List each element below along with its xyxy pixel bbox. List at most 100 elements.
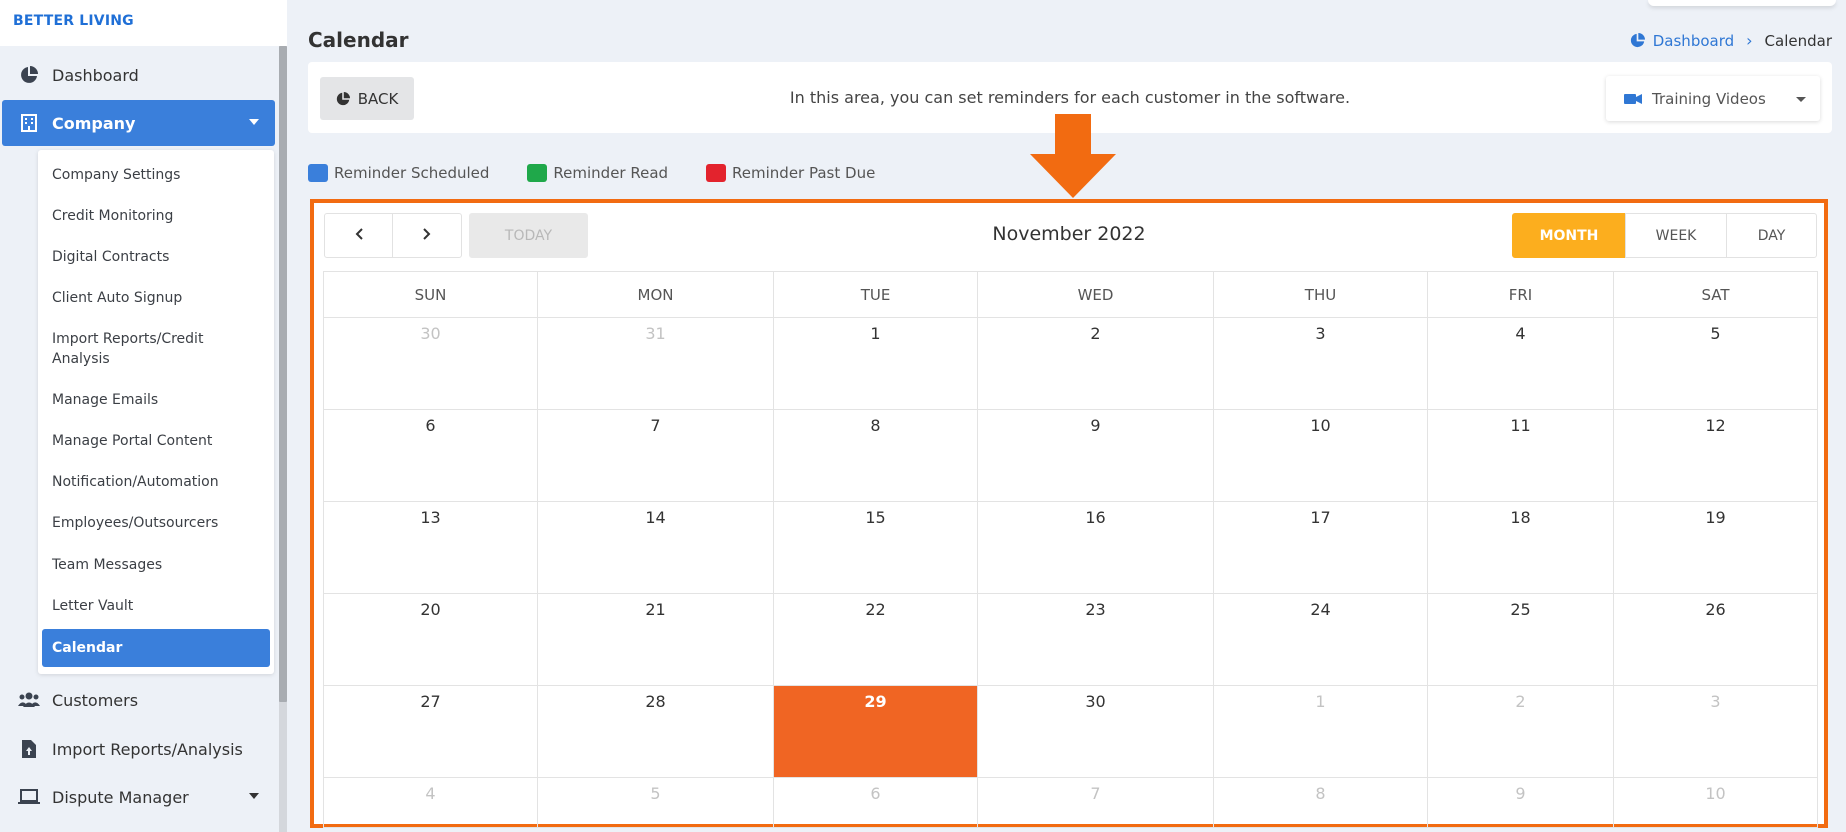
- sidebar: BETTER LIVING Dashboard Company Company …: [0, 0, 287, 832]
- day-cell[interactable]: 3: [1213, 317, 1428, 410]
- users-icon: [18, 689, 40, 711]
- day-cell[interactable]: 18: [1427, 501, 1614, 594]
- weekday-header: TUE: [773, 271, 978, 318]
- day-cell[interactable]: 30: [977, 685, 1214, 778]
- day-cell-other-month[interactable]: 6: [773, 777, 978, 828]
- legend-item-past-due: Reminder Past Due: [706, 164, 875, 182]
- submenu-item-company-settings[interactable]: Company Settings: [42, 165, 270, 185]
- legend-swatch-blue: [308, 164, 328, 182]
- day-cell[interactable]: 8: [773, 409, 978, 502]
- calendar-grid: SUN MON TUE WED THU FRI SAT 30 31 1 2 3 …: [323, 271, 1818, 828]
- day-cell-other-month[interactable]: 2: [1427, 685, 1614, 778]
- day-cell[interactable]: 1: [773, 317, 978, 410]
- week-row: 4 5 6 7 8 9 10: [323, 777, 1818, 828]
- day-cell-other-month[interactable]: 4: [323, 777, 538, 828]
- sidebar-item-import-reports[interactable]: Import Reports/Analysis: [2, 726, 275, 772]
- view-day-button[interactable]: DAY: [1726, 213, 1817, 258]
- day-cell-other-month[interactable]: 7: [977, 777, 1214, 828]
- day-cell-today[interactable]: 29: [773, 685, 978, 778]
- chevron-down-icon: [249, 119, 259, 125]
- back-button[interactable]: BACK: [320, 77, 414, 120]
- day-cell[interactable]: 20: [323, 593, 538, 686]
- submenu-item-digital-contracts[interactable]: Digital Contracts: [42, 247, 270, 267]
- back-label: BACK: [357, 89, 399, 108]
- sidebar-item-customers[interactable]: Customers: [2, 677, 275, 723]
- legend-swatch-red: [706, 164, 727, 182]
- brand-logo[interactable]: BETTER LIVING: [0, 0, 287, 46]
- training-videos-label: Training Videos: [1652, 89, 1766, 108]
- day-cell[interactable]: 11: [1427, 409, 1614, 502]
- day-cell[interactable]: 19: [1613, 501, 1818, 594]
- day-cell-other-month[interactable]: 1: [1213, 685, 1428, 778]
- sidebar-scrollbar-thumb[interactable]: [279, 46, 287, 702]
- submenu-item-team-messages[interactable]: Team Messages: [42, 555, 270, 575]
- day-cell[interactable]: 16: [977, 501, 1214, 594]
- weekday-header: SAT: [1613, 271, 1818, 318]
- day-cell[interactable]: 22: [773, 593, 978, 686]
- today-button[interactable]: TODAY: [469, 213, 588, 258]
- day-cell-other-month[interactable]: 10: [1613, 777, 1818, 828]
- submenu-item-employees-outsourcers[interactable]: Employees/Outsourcers: [42, 513, 270, 533]
- week-row: 20 21 22 23 24 25 26: [323, 593, 1818, 686]
- submenu-item-manage-emails[interactable]: Manage Emails: [42, 390, 270, 410]
- chevron-left-icon: [355, 227, 363, 244]
- day-cell[interactable]: 7: [537, 409, 774, 502]
- day-cell[interactable]: 24: [1213, 593, 1428, 686]
- submenu-item-manage-portal-content[interactable]: Manage Portal Content: [42, 431, 270, 451]
- weekday-header: MON: [537, 271, 774, 318]
- view-week-button[interactable]: WEEK: [1625, 213, 1727, 258]
- day-cell[interactable]: 2: [977, 317, 1214, 410]
- day-cell-other-month[interactable]: 5: [537, 777, 774, 828]
- sidebar-item-label: Dispute Manager: [52, 787, 189, 807]
- day-cell-other-month[interactable]: 3: [1613, 685, 1818, 778]
- next-month-button[interactable]: [392, 213, 462, 258]
- legend-swatch-green: [527, 164, 548, 182]
- submenu-item-import-reports[interactable]: Import Reports/Credit Analysis: [42, 329, 242, 369]
- day-cell-other-month[interactable]: 8: [1213, 777, 1428, 828]
- day-cell[interactable]: 14: [537, 501, 774, 594]
- sidebar-item-company[interactable]: Company: [2, 100, 275, 146]
- pie-chart-icon: [1630, 33, 1645, 48]
- view-month-button[interactable]: MONTH: [1512, 213, 1626, 258]
- day-cell-other-month[interactable]: 31: [537, 317, 774, 410]
- info-text: In this area, you can set reminders for …: [789, 88, 1351, 107]
- arrow-down-icon: [1030, 114, 1116, 204]
- day-cell[interactable]: 21: [537, 593, 774, 686]
- day-cell[interactable]: 10: [1213, 409, 1428, 502]
- week-row: 6 7 8 9 10 11 12: [323, 409, 1818, 502]
- weekday-header: THU: [1213, 271, 1428, 318]
- chevron-right-icon: ›: [1746, 31, 1753, 50]
- day-cell[interactable]: 27: [323, 685, 538, 778]
- day-cell[interactable]: 6: [323, 409, 538, 502]
- day-cell[interactable]: 25: [1427, 593, 1614, 686]
- day-cell[interactable]: 9: [977, 409, 1214, 502]
- sidebar-item-dispute-manager[interactable]: Dispute Manager: [2, 774, 275, 820]
- submenu-item-letter-vault[interactable]: Letter Vault: [42, 596, 270, 616]
- pie-chart-icon: [18, 64, 40, 86]
- prev-month-button[interactable]: [324, 213, 393, 258]
- submenu-item-client-auto-signup[interactable]: Client Auto Signup: [42, 288, 270, 308]
- building-icon: [18, 112, 40, 134]
- legend-item-read: Reminder Read: [527, 164, 668, 182]
- day-cell[interactable]: 5: [1613, 317, 1818, 410]
- day-cell[interactable]: 23: [977, 593, 1214, 686]
- day-cell[interactable]: 28: [537, 685, 774, 778]
- day-cell[interactable]: 4: [1427, 317, 1614, 410]
- day-cell[interactable]: 13: [323, 501, 538, 594]
- weekday-header-row: SUN MON TUE WED THU FRI SAT: [323, 271, 1818, 318]
- breadcrumb-dashboard-link[interactable]: Dashboard: [1630, 32, 1734, 50]
- submenu-item-calendar[interactable]: Calendar: [42, 629, 270, 667]
- day-cell[interactable]: 15: [773, 501, 978, 594]
- day-cell-other-month[interactable]: 30: [323, 317, 538, 410]
- training-videos-dropdown[interactable]: Training Videos: [1606, 76, 1820, 121]
- submenu-item-notification-automation[interactable]: Notification/Automation: [42, 472, 270, 492]
- chevron-down-icon: [1796, 97, 1806, 102]
- day-cell-other-month[interactable]: 9: [1427, 777, 1614, 828]
- submenu-item-credit-monitoring[interactable]: Credit Monitoring: [42, 206, 270, 226]
- reminder-legend: Reminder Scheduled Reminder Read Reminde…: [308, 164, 913, 182]
- day-cell[interactable]: 26: [1613, 593, 1818, 686]
- day-cell[interactable]: 12: [1613, 409, 1818, 502]
- chevron-down-icon: [249, 793, 259, 799]
- sidebar-item-dashboard[interactable]: Dashboard: [2, 52, 275, 98]
- day-cell[interactable]: 17: [1213, 501, 1428, 594]
